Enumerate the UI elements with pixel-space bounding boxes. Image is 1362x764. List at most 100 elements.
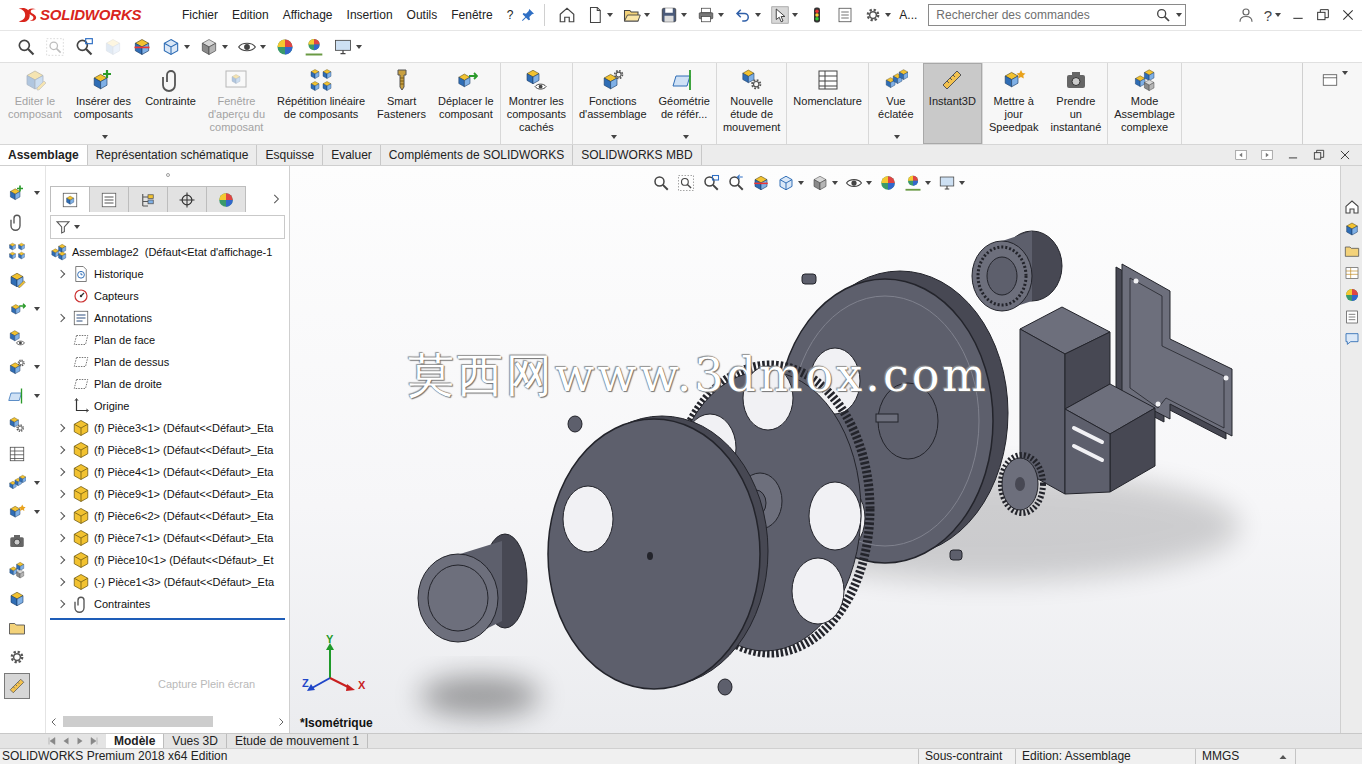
expand-toggle[interactable] <box>50 439 72 461</box>
unit-menu-icon[interactable] <box>1277 751 1289 763</box>
chat-icon[interactable] <box>1344 331 1360 347</box>
save-button[interactable] <box>655 0 692 30</box>
appearance-icon[interactable] <box>1344 287 1360 303</box>
ribbon-button[interactable]: Répétition linéairede composants <box>271 63 371 144</box>
zoomfit-button[interactable] <box>45 37 65 57</box>
dropdown-arrow-icon[interactable] <box>718 13 724 17</box>
undo-button[interactable] <box>729 0 766 30</box>
command-tab[interactable]: Compléments de SOLIDWORKS <box>381 145 573 165</box>
ribbon-button[interactable]: Montrer lescomposantscachés <box>501 63 572 144</box>
menu-item[interactable]: Edition <box>225 0 276 30</box>
dispstyle-button[interactable] <box>811 174 838 192</box>
strip-button[interactable] <box>0 555 45 584</box>
expand-toggle[interactable] <box>50 307 72 329</box>
ribbon-button[interactable]: Mettre àjourSpeedpak <box>983 63 1045 144</box>
dropdown-arrow-icon[interactable] <box>1275 13 1281 17</box>
ribbon-options[interactable] <box>1302 63 1362 144</box>
section-button[interactable] <box>132 37 152 57</box>
pin-icon[interactable] <box>520 7 536 23</box>
panel-handle[interactable] <box>46 166 289 184</box>
tree-item[interactable]: Annotations <box>46 307 289 329</box>
horizontal-scrollbar[interactable] <box>48 714 287 729</box>
ribbon-button[interactable]: SmartFasteners <box>371 63 432 144</box>
close-icon[interactable] <box>1338 148 1352 162</box>
strip-button[interactable] <box>0 526 45 555</box>
cube-icon[interactable] <box>1344 221 1360 237</box>
feature-manager-tab[interactable] <box>89 186 129 212</box>
appearance-button[interactable] <box>879 174 897 192</box>
strip-button[interactable] <box>0 468 45 497</box>
scene-button[interactable] <box>304 37 324 57</box>
quick-access-overflow[interactable]: A... <box>896 6 920 24</box>
home-button[interactable] <box>553 0 581 30</box>
command-tab[interactable]: Evaluer <box>323 145 381 165</box>
dropdown-arrow-icon[interactable] <box>222 45 228 49</box>
strip-button[interactable] <box>0 265 45 294</box>
dropdown-arrow-icon[interactable] <box>1176 13 1182 17</box>
monitor-button[interactable] <box>333 37 362 57</box>
scroll-left-icon[interactable] <box>48 716 60 728</box>
hide-button[interactable] <box>237 37 266 57</box>
dropdown-arrow-icon[interactable] <box>184 45 190 49</box>
dropdown-arrow-icon[interactable] <box>356 45 362 49</box>
search-input[interactable] <box>932 6 1153 24</box>
ribbon-button[interactable]: Nouvelleétude demouvement <box>717 63 786 144</box>
strip-button[interactable] <box>0 352 45 381</box>
dropdown-arrow-icon[interactable] <box>34 481 40 485</box>
zoomfit-button[interactable] <box>677 174 695 192</box>
exploded-assembly-model[interactable] <box>290 166 1340 733</box>
scroll-right-icon[interactable] <box>275 716 287 728</box>
strip-button[interactable] <box>0 178 45 207</box>
expand-toggle[interactable] <box>50 483 72 505</box>
expand-toggle[interactable] <box>50 263 72 285</box>
bottom-tab[interactable]: Modèle <box>106 734 164 748</box>
user-icon[interactable] <box>1237 6 1255 24</box>
strip-button[interactable] <box>0 410 45 439</box>
tree-item[interactable]: (-) Pièce1<3> (Défaut<<Défaut>_Eta <box>46 571 289 593</box>
dropdown-arrow-icon[interactable] <box>681 13 687 17</box>
tree-item[interactable]: Plan de face <box>46 329 289 351</box>
command-tab[interactable]: Assemblage <box>0 145 88 165</box>
magnify-button[interactable] <box>652 174 670 192</box>
ribbon-button[interactable]: Instant3D <box>923 63 982 144</box>
dropdown-arrow-icon[interactable] <box>34 365 40 369</box>
section-button[interactable] <box>752 174 770 192</box>
gear-button[interactable] <box>859 0 896 30</box>
strip-button[interactable] <box>0 497 45 526</box>
tree-item[interactable]: (f) Pièce9<1> (Défaut<<Défaut>_Eta <box>46 483 289 505</box>
expand-toggle[interactable] <box>50 571 72 593</box>
dropdown-arrow-icon[interactable] <box>755 13 761 17</box>
strip-button[interactable] <box>0 439 45 468</box>
scene-button[interactable] <box>904 174 931 192</box>
restore-icon[interactable] <box>1315 7 1331 23</box>
expand-toggle[interactable] <box>50 461 72 483</box>
dropdown-arrow-icon[interactable] <box>832 181 838 185</box>
tree-item[interactable]: Contraintes <box>46 593 289 615</box>
strip-button[interactable] <box>0 207 45 236</box>
ribbon-button[interactable]: Vueéclatée <box>869 63 923 144</box>
dropdown-arrow-icon[interactable] <box>792 13 798 17</box>
menu-item[interactable]: Insertion <box>340 0 400 30</box>
tree-item[interactable]: (f) Pièce4<1> (Défaut<<Défaut>_Eta <box>46 461 289 483</box>
viewor-button[interactable] <box>161 37 190 57</box>
dropdown-arrow-icon[interactable] <box>74 225 80 229</box>
menu-item[interactable]: Affichage <box>276 0 340 30</box>
viewor-button[interactable] <box>777 174 804 192</box>
dropdown-arrow-icon[interactable] <box>885 13 891 17</box>
listdoc-button[interactable] <box>831 0 859 30</box>
expand-toggle[interactable] <box>50 549 72 571</box>
command-tab[interactable]: Représentation schématique <box>88 145 258 165</box>
menu-item[interactable]: ? <box>500 0 521 30</box>
ribbon-button[interactable]: Fonctionsd'assemblage <box>573 63 653 144</box>
tree-item[interactable]: Assemblage2 (Défaut<Etat d'affichage-1 <box>46 241 289 263</box>
strip-button[interactable] <box>0 294 45 323</box>
dropdown-arrow-icon[interactable] <box>34 307 40 311</box>
expand-toggle[interactable] <box>50 593 72 615</box>
dropdown-arrow-icon[interactable] <box>607 13 613 17</box>
feature-manager-tab[interactable] <box>50 186 90 212</box>
dropdown-arrow-icon[interactable] <box>34 510 40 514</box>
ribbon-button[interactable]: ModeAssemblagecomplexe <box>1108 63 1181 144</box>
strip-button[interactable] <box>0 642 45 671</box>
strip-button[interactable] <box>0 323 45 352</box>
navfirst-icon[interactable] <box>46 735 58 747</box>
